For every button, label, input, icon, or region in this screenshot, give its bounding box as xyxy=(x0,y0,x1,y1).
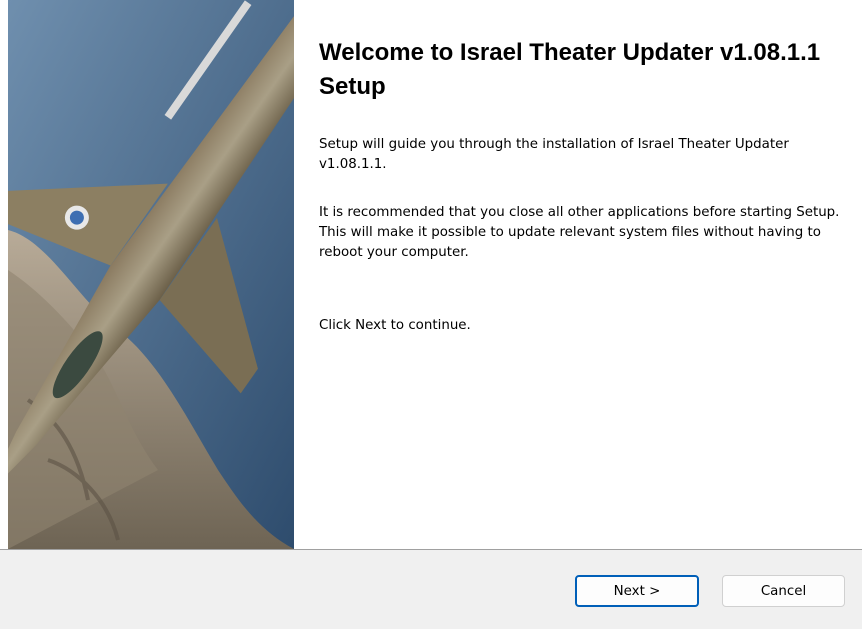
banner-image xyxy=(8,0,294,549)
setup-window: Welcome to Israel Theater Updater v1.08.… xyxy=(0,0,862,629)
button-bar: Next > Cancel xyxy=(0,550,862,629)
intro-text: Setup will guide you through the install… xyxy=(319,137,789,172)
page-title: Welcome to Israel Theater Updater v1.08.… xyxy=(319,39,821,100)
recommendation-text: It is recommended that you close all oth… xyxy=(319,205,840,260)
continue-instruction: Click Next to continue. xyxy=(319,318,471,333)
fighter-jet-illustration xyxy=(8,0,294,549)
cancel-button[interactable]: Cancel xyxy=(722,575,845,607)
next-button[interactable]: Next > xyxy=(575,575,699,607)
content-panel: Welcome to Israel Theater Updater v1.08.… xyxy=(294,0,862,549)
